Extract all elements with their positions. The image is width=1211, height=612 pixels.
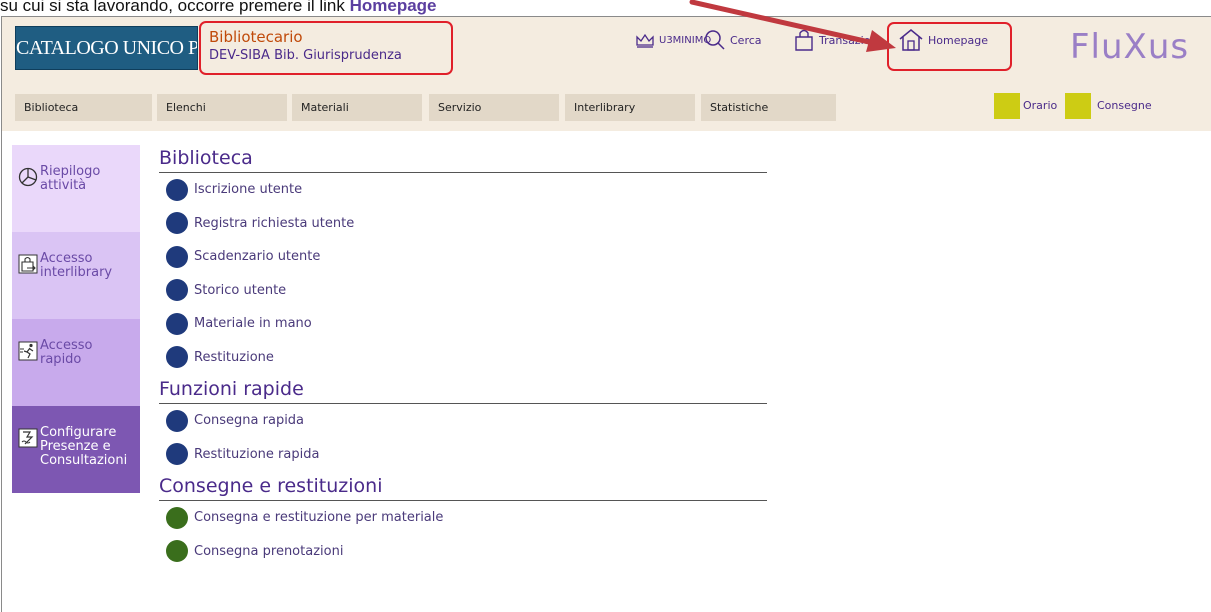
user-role: Bibliotecario [209,28,303,46]
sidebar-item-interlibrary[interactable]: Accesso interlibrary [12,232,140,319]
section-title-biblioteca: Biblioteca [159,145,767,173]
search-icon [705,30,725,50]
pie-chart-icon [18,167,38,187]
bullet-icon [166,506,188,529]
sidebar-item-riepilogo[interactable]: Riepilogo attività [12,145,140,232]
list-item[interactable]: Scadenzario utente [159,240,769,274]
instruction-link: Homepage [349,0,437,15]
list-item[interactable]: Iscrizione utente [159,173,769,207]
crown-icon [636,33,654,48]
transazione-link[interactable]: Transazione [793,25,884,55]
homepage-label: Homepage [928,33,988,47]
homepage-link[interactable]: Homepage [898,25,988,55]
bullet-icon [166,443,188,466]
sidebar: Riepilogo attività Accesso interlibrary … [12,145,140,493]
bullet-icon [166,245,188,268]
list-item[interactable]: Consegna e restituzione per materiale [159,501,769,535]
main-content: Biblioteca Iscrizione utente Registra ri… [159,145,769,568]
menu-statistiche[interactable]: Statistiche [701,94,836,121]
fluxus-brand: FluXus [1070,27,1190,67]
list-item[interactable]: Storico utente [159,274,769,308]
instruction-text: su cui si sta lavorando, occorre premere… [0,0,437,16]
list-item[interactable]: Consegna rapida [159,404,769,438]
home-icon [899,29,923,51]
user-info: Bibliotecario DEV-SIBA Bib. Giurispruden… [199,21,453,75]
list-item[interactable]: Registra richiesta utente [159,207,769,241]
list-item[interactable]: Restituzione [159,341,769,375]
sidebar-item-label: Accesso rapido [40,338,93,367]
cerca-label: Cerca [730,33,762,47]
bullet-icon [166,312,188,335]
bullet-icon [166,212,188,235]
sidebar-item-label: Configurare Presenze e Consultazioni [40,425,128,468]
app-window: CATALOGO UNICO PAVESE Bibliotecario DEV-… [1,16,1211,612]
configure-icon [18,428,38,448]
bullet-icon [166,178,188,201]
user-library: DEV-SIBA Bib. Giurisprudenza [209,48,402,63]
bag-arrow-icon [18,254,38,274]
transazione-label: Transazione [819,33,885,47]
catalog-logo[interactable]: CATALOGO UNICO PAVESE [15,26,198,70]
header: CATALOGO UNICO PAVESE Bibliotecario DEV-… [2,17,1211,80]
menu-biblioteca[interactable]: Biblioteca [15,94,152,121]
list-item[interactable]: Restituzione rapida [159,438,769,472]
sidebar-item-label: Accesso interlibrary [40,251,113,280]
main-menubar: Biblioteca Elenchi Materiali Servizio In… [2,80,1211,131]
bullet-icon [166,540,188,563]
sidebar-item-configurare[interactable]: Configurare Presenze e Consultazioni [12,406,140,493]
shopping-bag-icon [795,29,813,51]
list-item[interactable]: Consegna prenotazioni [159,535,769,569]
bullet-icon [166,346,188,369]
runner-icon [18,341,38,361]
orario-swatch[interactable] [994,93,1020,119]
login-link[interactable]: U3MINIMO [635,25,711,55]
bullet-icon [166,409,188,432]
sidebar-item-label: Riepilogo attività [40,164,101,193]
consegne-link[interactable]: Consegne [1097,93,1152,119]
section-title-funzioni-rapide: Funzioni rapide [159,376,767,404]
orario-link[interactable]: Orario [1023,93,1057,119]
list-item[interactable]: Materiale in mano [159,307,769,341]
sidebar-item-accesso-rapido[interactable]: Accesso rapido [12,319,140,406]
menu-materiali[interactable]: Materiali [292,94,422,121]
bullet-icon [166,279,188,302]
section-title-consegne: Consegne e restituzioni [159,473,767,501]
cerca-link[interactable]: Cerca [704,25,762,55]
menu-interlibrary[interactable]: Interlibrary [565,94,695,121]
consegne-swatch[interactable] [1065,93,1091,119]
menu-elenchi[interactable]: Elenchi [157,94,287,121]
menu-servizio[interactable]: Servizio [429,94,559,121]
